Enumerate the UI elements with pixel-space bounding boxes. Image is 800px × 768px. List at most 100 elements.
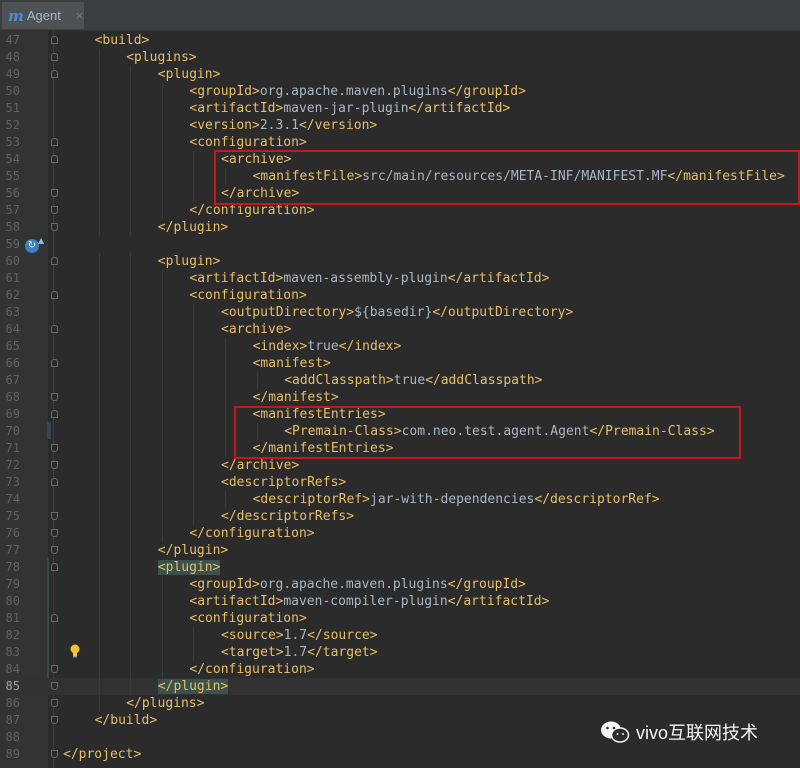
- indent-guide: [130, 168, 132, 185]
- code-line[interactable]: 77 </plugin>: [0, 542, 800, 559]
- code-line[interactable]: 47 <build>: [0, 32, 800, 49]
- fold-toggle-icon[interactable]: [51, 393, 58, 401]
- xml-value: jar-with-dependencies: [370, 492, 535, 507]
- code-text: <plugin>: [158, 253, 221, 270]
- code-line[interactable]: 81 <configuration>: [0, 610, 800, 627]
- xml-value: true: [307, 339, 339, 354]
- code-editor[interactable]: 47 <build> 48 <plugins> 49 <plugin> 50 <groupId…: [0, 31, 800, 768]
- indent-guide: [161, 389, 163, 406]
- fold-toggle-icon[interactable]: [51, 461, 58, 469]
- fold-toggle-icon[interactable]: [51, 529, 58, 537]
- fold-toggle-icon[interactable]: [51, 70, 58, 78]
- fold-toggle-icon[interactable]: [51, 563, 58, 571]
- xml-tag: </artifactId>: [447, 594, 550, 609]
- indent-guide: [98, 508, 100, 525]
- code-line[interactable]: 86 </plugins>: [0, 695, 800, 712]
- indent-guide: [130, 610, 132, 627]
- code-line[interactable]: 48 <plugins>: [0, 49, 800, 66]
- fold-toggle-icon[interactable]: [51, 138, 58, 146]
- indent-guide: [98, 627, 100, 644]
- code-line[interactable]: 67 <addClasspath>true</addClasspath>: [0, 372, 800, 389]
- code-line[interactable]: 80 <artifactId>maven-compiler-plugin</art…: [0, 593, 800, 610]
- fold-toggle-icon[interactable]: [51, 716, 58, 724]
- fold-toggle-icon[interactable]: [51, 682, 58, 690]
- line-number: 61: [5, 271, 20, 285]
- fold-toggle-icon[interactable]: [51, 750, 58, 758]
- code-line[interactable]: 64 <archive>: [0, 321, 800, 338]
- code-line[interactable]: 73 <descriptorRefs>: [0, 474, 800, 491]
- line-number: 85: [5, 679, 20, 693]
- fold-toggle-icon[interactable]: [51, 206, 58, 214]
- code-line[interactable]: 82 <source>1.7</source>: [0, 627, 800, 644]
- code-line[interactable]: 76 </configuration>: [0, 525, 800, 542]
- code-line[interactable]: 52 <version>2.3.1</version>: [0, 117, 800, 134]
- code-line[interactable]: 58 </plugin>: [0, 219, 800, 236]
- code-line[interactable]: 65 <index>true</index>: [0, 338, 800, 355]
- xml-tag: </artifactId>: [408, 101, 511, 116]
- indent-guide: [130, 678, 132, 695]
- fold-toggle-icon[interactable]: [51, 512, 58, 520]
- fold-toggle-icon[interactable]: [51, 291, 58, 299]
- indent-guide: [193, 389, 195, 406]
- indent-guide: [130, 525, 132, 542]
- code-line[interactable]: 62 <configuration>: [0, 287, 800, 304]
- close-icon[interactable]: ×: [75, 9, 84, 22]
- indent-guide: [193, 321, 195, 338]
- fold-toggle-icon[interactable]: [51, 546, 58, 554]
- code-line[interactable]: 66 <manifest>: [0, 355, 800, 372]
- xml-tag: <outputDirectory>: [221, 305, 355, 320]
- code-line[interactable]: 61 <artifactId>maven-assembly-plugin</art…: [0, 270, 800, 287]
- indent-guide: [161, 440, 163, 457]
- code-line[interactable]: 68 </manifest>: [0, 389, 800, 406]
- code-line[interactable]: 85 </plugin>: [0, 678, 800, 695]
- fold-toggle-icon[interactable]: [51, 614, 58, 622]
- code-line[interactable]: 75 </descriptorRefs>: [0, 508, 800, 525]
- xml-value: org.apache.maven.plugins: [259, 577, 448, 592]
- xml-tag: <manifest>: [252, 356, 331, 371]
- fold-toggle-icon[interactable]: [51, 155, 58, 163]
- code-line[interactable]: 83 <target>1.7</target>: [0, 644, 800, 661]
- code-line[interactable]: 63 <outputDirectory>${basedir}</outputDir…: [0, 304, 800, 321]
- xml-value: 1.7: [283, 628, 308, 643]
- maven-reload-icon[interactable]: ↻: [25, 239, 39, 253]
- xml-tag: <configuration>: [189, 135, 307, 150]
- code-line[interactable]: 53 <configuration>: [0, 134, 800, 151]
- line-number: 57: [5, 203, 20, 217]
- indent-guide: [130, 559, 132, 576]
- fold-toggle-icon[interactable]: [51, 699, 58, 707]
- fold-toggle-icon[interactable]: [51, 359, 58, 367]
- fold-toggle-icon[interactable]: [51, 665, 58, 673]
- line-number: 78: [5, 560, 20, 574]
- fold-toggle-icon[interactable]: [51, 189, 58, 197]
- indent-guide: [98, 66, 100, 83]
- code-line[interactable]: 49 <plugin>: [0, 66, 800, 83]
- xml-tag: <artifactId>: [189, 271, 284, 286]
- fold-toggle-icon[interactable]: [51, 410, 58, 418]
- tab-agent[interactable]: m Agent ×: [2, 2, 84, 29]
- line-number: 50: [5, 84, 20, 98]
- fold-toggle-icon[interactable]: [51, 257, 58, 265]
- code-line[interactable]: 59: [0, 236, 800, 253]
- code-line[interactable]: 72 </archive>: [0, 457, 800, 474]
- code-line[interactable]: 74 <descriptorRef>jar-with-dependencies</…: [0, 491, 800, 508]
- code-line[interactable]: 78 <plugin>: [0, 559, 800, 576]
- fold-toggle-icon[interactable]: [51, 444, 58, 452]
- indent-guide: [98, 151, 100, 168]
- fold-toggle-icon[interactable]: [51, 53, 58, 61]
- code-text: <target>1.7</target>: [221, 644, 378, 661]
- code-line[interactable]: 84 </configuration>: [0, 661, 800, 678]
- fold-toggle-icon[interactable]: [51, 36, 58, 44]
- code-line[interactable]: 50 <groupId>org.apache.maven.plugins</gro…: [0, 83, 800, 100]
- fold-toggle-icon[interactable]: [51, 325, 58, 333]
- line-number: 65: [5, 339, 20, 353]
- lightbulb-icon[interactable]: [69, 644, 81, 658]
- code-line[interactable]: 51 <artifactId>maven-jar-plugin</artifact…: [0, 100, 800, 117]
- fold-toggle-icon[interactable]: [51, 478, 58, 486]
- fold-toggle-icon[interactable]: [51, 223, 58, 231]
- xml-value: 1.7: [283, 645, 308, 660]
- code-text: <plugins>: [126, 49, 196, 66]
- code-line[interactable]: 79 <groupId>org.apache.maven.plugins</gro…: [0, 576, 800, 593]
- indent-guide: [225, 440, 226, 457]
- code-line[interactable]: 60 <plugin>: [0, 253, 800, 270]
- code-line[interactable]: 89 </project>: [0, 746, 800, 763]
